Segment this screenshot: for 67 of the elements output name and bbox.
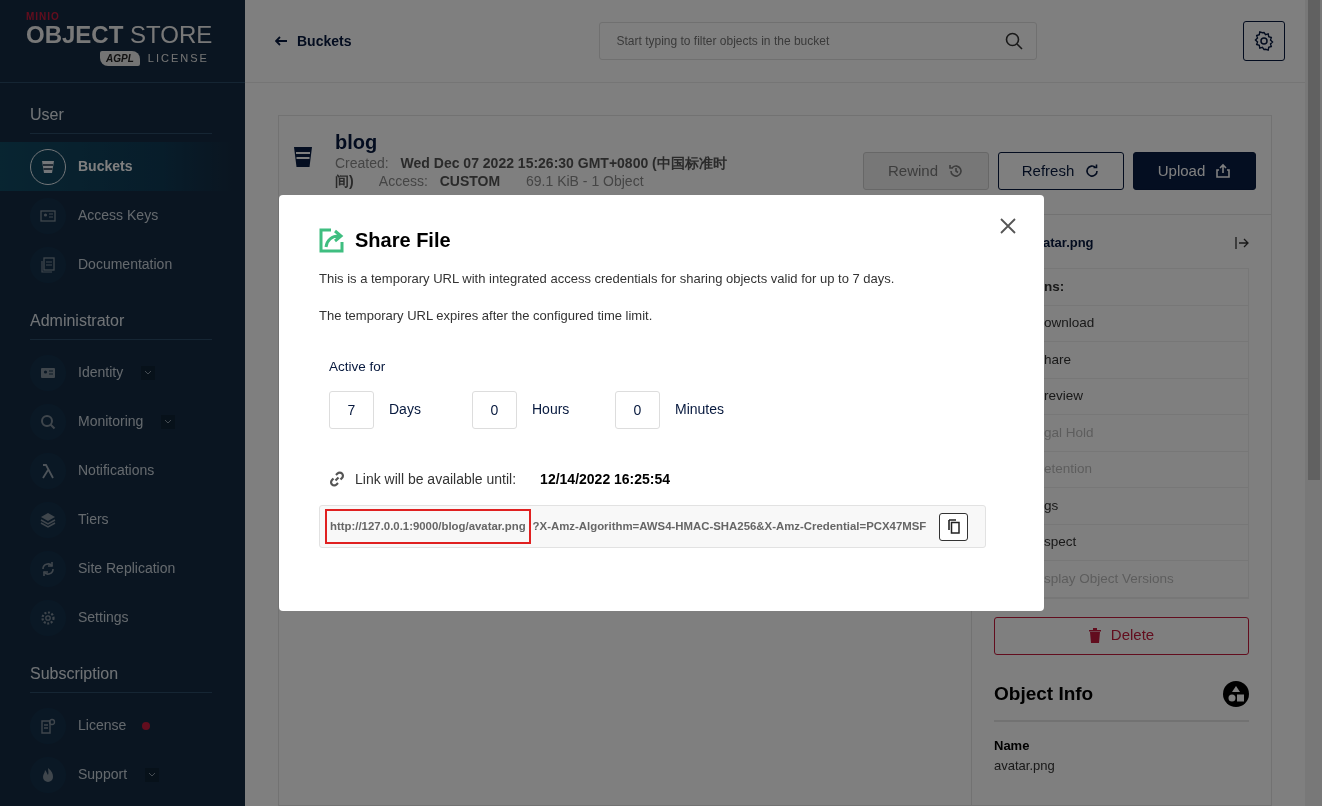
upload-button[interactable]: Upload	[1133, 152, 1256, 190]
duration-input[interactable]: 7	[329, 390, 374, 429]
certificate-icon	[39, 716, 57, 735]
gear-icon	[39, 608, 57, 627]
license-label: LICENSE	[147, 51, 209, 67]
collapse-panel-icon[interactable]	[1235, 237, 1249, 249]
lambda-icon	[39, 461, 57, 480]
history-icon	[948, 163, 964, 179]
copy-button[interactable]	[939, 512, 968, 541]
file-name: atar.png	[1042, 234, 1095, 253]
document-icon	[39, 255, 57, 274]
refresh-button[interactable]: Refresh	[998, 152, 1124, 190]
back-link[interactable]: Buckets	[275, 30, 352, 52]
link-icon	[329, 471, 345, 488]
settings-button[interactable]	[1243, 21, 1285, 61]
sidebar-item[interactable]: Notifications	[0, 446, 232, 495]
layers-icon	[39, 510, 57, 529]
active-for-label: Active for	[329, 357, 387, 376]
delete-button[interactable]: Delete	[994, 616, 1249, 655]
bucket-icon	[293, 146, 313, 168]
sidebar-item[interactable]: Monitoring	[0, 397, 232, 446]
logo-title: OBJECT STORE	[26, 22, 214, 49]
duration-unit: Days	[389, 400, 421, 420]
sidebar-item[interactable]: Documentation	[0, 240, 232, 289]
duration-input[interactable]: 0	[472, 390, 517, 429]
shapes-icon	[1223, 680, 1249, 707]
duration-input[interactable]: 0	[615, 390, 660, 429]
link-available-label: Link will be available until:	[355, 469, 517, 489]
magnifier-icon	[39, 412, 57, 431]
share-icon	[319, 227, 345, 253]
logo-brand: MINIO	[26, 12, 61, 22]
name-label: Name	[994, 737, 1031, 755]
sidebar-item[interactable]: Site Replication	[0, 544, 232, 593]
duration-unit: Minutes	[675, 400, 725, 420]
sidebar-item[interactable]: Support	[0, 750, 232, 799]
search-field[interactable]: Start typing to filter objects in the bucket	[599, 22, 1038, 60]
close-icon[interactable]	[1000, 215, 1016, 236]
sidebar-item[interactable]: Access Keys	[0, 191, 232, 240]
upload-icon	[1215, 163, 1232, 179]
bucket-name: blog	[335, 130, 379, 154]
bucket-meta: Created: Wed Dec 07 2022 15:26:30 GMT+0800 (中国标准时间) Access: CUSTOM 69.1 KiB - 1 Object	[335, 154, 728, 191]
url-text: ?X-Amz-Algorithm=AWS4-HMAC-SHA256&X-Amz-Credential=PCX47MSF	[532, 518, 927, 534]
share-url-field[interactable]: http://127.0.0.1:9000/blog/avatar.png ?X-Amz-Algorithm=AWS4-HMAC-SHA256&X-Amz-Credential=PCX47MSF	[319, 504, 986, 548]
scrollbar[interactable]	[1305, 0, 1322, 806]
copy-icon	[947, 519, 960, 535]
highlighted-url-text: http://127.0.0.1:9000/blog/avatar.png	[328, 511, 528, 541]
sync-icon	[39, 559, 57, 578]
sidebar-section-title: User	[30, 103, 212, 134]
sidebar-item[interactable]: Settings	[0, 593, 232, 642]
settings-icon	[1254, 31, 1274, 51]
duration-unit: Hours	[532, 400, 570, 420]
link-expiry-date: 12/14/2022 16:25:54	[540, 469, 671, 489]
search-icon	[1005, 32, 1024, 50]
sidebar-section-title: Subscription	[30, 662, 212, 693]
sidebar-item[interactable]: Identity	[0, 348, 232, 397]
dialog-text: This is a temporary URL with integrated access credentials for sharing objects valid for up to 7 days.	[319, 270, 896, 288]
dialog-text: The temporary URL expires after the configured time limit.	[319, 306, 654, 325]
dialog-title: Share File	[355, 228, 451, 253]
trash-icon	[1088, 628, 1101, 643]
object-info-title: Object Info	[994, 681, 1094, 706]
agpl-badge: AGPL	[100, 51, 140, 67]
back-arrow-icon	[275, 36, 287, 46]
sidebar-section-title: Administrator	[30, 309, 212, 340]
sidebar-item[interactable]: License	[0, 701, 232, 750]
name-value: avatar.png	[994, 756, 1056, 775]
sidebar-item[interactable]: Tiers	[0, 495, 232, 544]
refresh-icon	[1084, 163, 1101, 179]
